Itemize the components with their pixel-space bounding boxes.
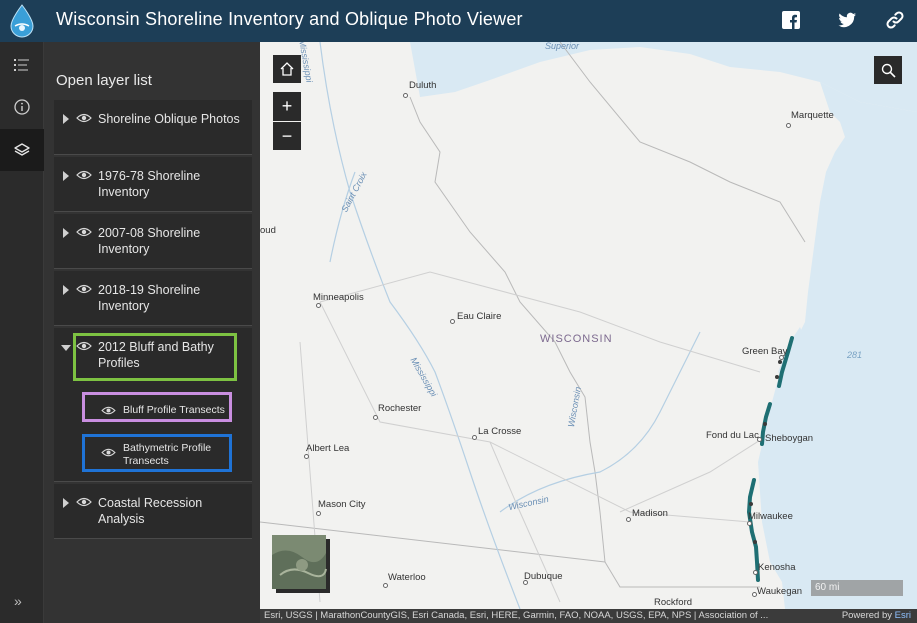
esri-link[interactable]: Esri	[895, 610, 911, 621]
zoom-in-button[interactable]: +	[273, 92, 301, 121]
expand-arrow-icon[interactable]	[63, 114, 69, 124]
water-label: Superior	[545, 42, 580, 51]
city-label-eau-claire: Eau Claire	[457, 311, 502, 322]
city-dot	[786, 123, 791, 128]
eye-icon[interactable]	[76, 283, 92, 295]
city-label-rockford: Rockford	[654, 597, 693, 608]
city-label-albert-lea: Albert Lea	[306, 443, 350, 454]
powered-by: Powered by Esri	[842, 609, 911, 623]
city-dot	[316, 303, 321, 308]
state-label: WISCONSIN	[540, 333, 613, 345]
powered-by-prefix: Powered by	[841, 610, 895, 621]
facebook-icon[interactable]	[780, 9, 802, 31]
layers-icon	[14, 143, 30, 156]
app: Wisconsin Shoreline Inventory and Obliqu…	[0, 0, 917, 623]
city-label-duluth: Duluth	[409, 80, 437, 91]
scale-bar: 60 mi	[811, 580, 903, 596]
link-icon[interactable]	[884, 9, 906, 31]
sublayer-item-bluff-transects[interactable]: Bluff Profile Transects	[92, 396, 242, 426]
city-label-waterloo: Waterloo	[388, 572, 426, 583]
eye-icon[interactable]	[101, 447, 116, 458]
city-label-rochester: Rochester	[378, 403, 422, 414]
attribution-bar: Esri, USGS | MarathonCountyGIS, Esri Can…	[260, 609, 917, 623]
layer-item-oblique-photos[interactable]: Shoreline Oblique Photos	[54, 100, 252, 155]
layer-label: Coastal Recession Analysis	[98, 496, 203, 526]
collapse-arrow-icon[interactable]	[61, 345, 71, 351]
layers-button[interactable]	[0, 129, 44, 171]
layer-label: 1976-78 Shoreline Inventory	[98, 169, 201, 199]
zoom-out-button[interactable]: −	[273, 122, 301, 150]
layer-list-icon	[14, 59, 29, 71]
layer-item-coastal-recession[interactable]: Coastal Recession Analysis	[54, 484, 252, 539]
map-view[interactable]: + − Superior Mississippi Saint Croix Mis…	[260, 42, 917, 609]
eye-icon[interactable]	[76, 112, 92, 124]
city-label-la-crosse: La Crosse	[478, 426, 522, 437]
layer-list-panel: Open layer list Shoreline Oblique Photos…	[44, 42, 260, 623]
layer-item-1976-78[interactable]: 1976-78 Shoreline Inventory	[54, 157, 252, 212]
info-icon	[14, 99, 30, 115]
city-label-kenosha: Kenosha	[758, 562, 796, 573]
layer-item-2007-08[interactable]: 2007-08 Shoreline Inventory	[54, 214, 252, 269]
city-label-milwaukee: Milwaukee	[748, 511, 793, 522]
info-button[interactable]	[0, 86, 44, 128]
city-dot	[316, 511, 321, 516]
left-rail: »	[0, 42, 44, 623]
city-label-marquette: Marquette	[791, 110, 834, 121]
layer-label: 2012 Bluff and Bathy Profiles	[98, 340, 214, 370]
eye-icon[interactable]	[76, 496, 92, 508]
city-label-green-bay: Green Bay	[742, 346, 788, 357]
water-label: 281	[847, 350, 863, 360]
expand-arrow-icon[interactable]	[63, 171, 69, 181]
home-button[interactable]	[273, 55, 301, 83]
header-bar: Wisconsin Shoreline Inventory and Obliqu…	[0, 0, 917, 42]
collapse-panel-button[interactable]: »	[14, 593, 22, 609]
city-label-fond-du-lac: Fond du Lac	[706, 430, 759, 441]
city-label-madison: Madison	[632, 508, 668, 519]
eye-icon[interactable]	[76, 340, 92, 352]
layer-item-2018-19[interactable]: 2018-19 Shoreline Inventory	[54, 271, 252, 326]
city-label-waukegan: Waukegan	[757, 586, 803, 597]
water-drop-logo-icon[interactable]	[9, 4, 35, 38]
sublayer-label: Bathymetric Profile Transects	[123, 442, 212, 467]
city-label-partial: oud	[260, 225, 276, 236]
search-button[interactable]	[874, 56, 902, 84]
sublayer-item-bathy-transects[interactable]: Bathymetric Profile Transects	[92, 438, 242, 472]
city-label-sheboygan: Sheboygan	[765, 433, 814, 444]
eye-icon[interactable]	[76, 226, 92, 238]
layer-label: 2018-19 Shoreline Inventory	[98, 283, 201, 313]
city-dot	[403, 93, 408, 98]
eye-icon[interactable]	[76, 169, 92, 181]
layer-label: 2007-08 Shoreline Inventory	[98, 226, 201, 256]
home-icon	[280, 62, 294, 76]
app-title: Wisconsin Shoreline Inventory and Obliqu…	[56, 9, 523, 29]
basemap	[260, 42, 917, 609]
expand-arrow-icon[interactable]	[63, 228, 69, 238]
search-icon	[881, 63, 896, 78]
sublayer-label: Bluff Profile Transects	[123, 404, 225, 416]
panel-title: Open layer list	[56, 72, 152, 89]
twitter-icon[interactable]	[836, 9, 858, 31]
city-dot	[626, 517, 631, 522]
eye-icon[interactable]	[101, 405, 116, 416]
city-dot	[304, 454, 309, 459]
layer-list-button[interactable]	[0, 44, 44, 86]
city-dot	[450, 319, 455, 324]
city-dot	[472, 435, 477, 440]
city-label-minneapolis: Minneapolis	[313, 292, 364, 303]
city-label-dubuque: Dubuque	[524, 571, 563, 582]
city-dot	[383, 583, 388, 588]
attribution-text: Esri, USGS | MarathonCountyGIS, Esri Can…	[264, 610, 769, 621]
basemap-toggle-thumbnail[interactable]	[272, 535, 330, 593]
layer-label: Shoreline Oblique Photos	[98, 112, 240, 126]
expand-arrow-icon[interactable]	[63, 498, 69, 508]
layer-item-bluff-bathy[interactable]: 2012 Bluff and Bathy Profiles Bluff Prof…	[54, 328, 252, 482]
city-dot	[373, 415, 378, 420]
city-label-mason-city: Mason City	[318, 499, 366, 510]
expand-arrow-icon[interactable]	[63, 285, 69, 295]
